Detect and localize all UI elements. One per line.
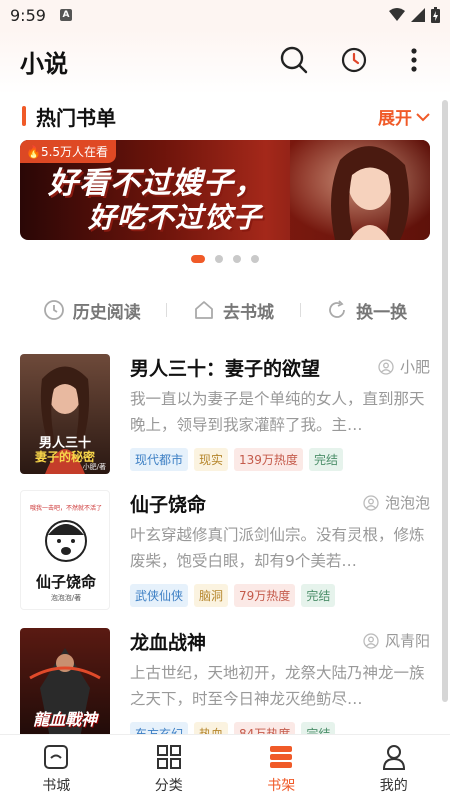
person-icon <box>363 494 379 511</box>
bookstore-icon <box>44 745 69 769</box>
go-bookstore-button[interactable]: 去书城 <box>193 298 274 323</box>
nav-bookstore-label: 书城 <box>42 778 71 794</box>
signal-icon <box>411 8 425 22</box>
book-title: 男人三十：妻子的欲望 <box>130 358 321 380</box>
grid-icon <box>156 745 181 769</box>
history-reading-label: 历史阅读 <box>72 302 141 323</box>
book-cover: 男人三十 妻子的秘密 小肥/著 <box>20 354 110 474</box>
expand-label: 展开 <box>378 109 412 129</box>
nav-profile-label: 我的 <box>379 778 408 794</box>
person-icon <box>363 632 379 649</box>
cover-author: 泡泡泡/著 <box>50 594 82 602</box>
tag-genre: 现实 <box>194 448 229 471</box>
tag-status: 完结 <box>308 448 343 471</box>
tag-popularity: 139万热度 <box>234 448 303 471</box>
book-cover: 哦我一击吧，不然就不活了 仙子饶命 泡泡泡/著 <box>20 490 110 610</box>
carousel-dot[interactable] <box>191 255 205 263</box>
nav-category[interactable]: 分类 <box>113 735 226 800</box>
history-reading-button[interactable]: 历史阅读 <box>43 298 141 323</box>
nav-category-label: 分类 <box>154 778 183 794</box>
author-name: 风青阳 <box>384 632 430 650</box>
book-description: 叶玄穿越修真门派剑仙宗。没有灵根，修炼废柴，饱受白眼，却有9个美若… <box>130 526 425 570</box>
history-button[interactable] <box>338 44 370 76</box>
home-icon <box>195 301 213 319</box>
more-vert-icon <box>411 48 417 72</box>
wifi-icon <box>389 8 405 21</box>
book-description: 我一直以为妻子是个单纯的女人，直到那天晚上，领导到我家灌醉了我。主… <box>130 390 425 434</box>
notification-a-icon: A <box>60 9 72 21</box>
status-time: 9:59 <box>10 6 46 25</box>
tag-popularity: 79万热度 <box>234 584 296 607</box>
hot-booklist-header: 热门书单 展开 <box>0 100 450 132</box>
refresh-button[interactable]: 换一换 <box>326 298 407 323</box>
carousel-dot[interactable] <box>215 255 223 263</box>
more-button[interactable] <box>398 44 430 76</box>
booklist-banner[interactable]: 🔥5.5万人在看 好看不过嫂子， 好吃不过饺子 <box>20 140 430 240</box>
carousel-dot[interactable] <box>251 255 259 263</box>
person-icon <box>378 358 394 375</box>
chevron-down-icon <box>416 112 430 121</box>
nav-profile[interactable]: 我的 <box>338 735 450 800</box>
book-title: 仙子饶命 <box>130 494 207 516</box>
cover-author: 小肥/著 <box>82 463 106 471</box>
refresh-icon <box>329 300 346 318</box>
book-item[interactable]: 哦我一击吧，不然就不活了 仙子饶命 泡泡泡/著 仙子饶命 泡泡泡 叶玄穿越修真门… <box>20 490 430 610</box>
page-title: 小说 <box>20 50 68 78</box>
refresh-label: 换一换 <box>356 302 408 323</box>
book-author: 风青阳 <box>363 630 430 651</box>
book-title: 龙血战神 <box>130 632 207 654</box>
book-tags: 现代都市 现实 139万热度 完结 <box>130 448 343 471</box>
search-icon <box>280 46 308 74</box>
author-name: 泡泡泡 <box>384 494 430 512</box>
nav-bookstore[interactable]: 书城 <box>0 735 113 800</box>
book-author: 小肥 <box>378 356 430 377</box>
cover-illustration <box>29 648 101 738</box>
carousel-dot[interactable] <box>233 255 241 263</box>
bookshelf-icon <box>270 746 293 768</box>
quick-actions: 历史阅读 去书城 换一换 <box>0 292 450 328</box>
status-bar: 9:59 A <box>0 0 450 30</box>
status-icons <box>389 7 440 23</box>
nav-bookshelf[interactable]: 书架 <box>225 735 338 800</box>
book-description: 上古世纪，天地初开，龙祭大陆乃神龙一族之天下，时至今日神龙灭绝鲂尽… <box>130 664 425 708</box>
banner-heat-text: 5.5万人在看 <box>40 145 109 159</box>
book-item[interactable]: 龍血戰神 龙血战神 风青阳 上古世纪，天地初开，龙祭大陆乃神龙一族之天下，时至今… <box>20 628 430 748</box>
clock-icon <box>341 47 367 73</box>
book-author: 泡泡泡 <box>363 492 430 513</box>
cover-title: 仙子饶命 <box>35 573 96 591</box>
tag-category: 武侠仙侠 <box>130 584 189 607</box>
book-tags: 武侠仙侠 脑洞 79万热度 完结 <box>130 584 336 607</box>
battery-icon <box>431 7 440 23</box>
nav-bookshelf-label: 书架 <box>267 778 296 794</box>
banner-headline-2: 好吃不过饺子 <box>88 201 263 234</box>
carousel-indicator <box>0 255 450 263</box>
cover-title: 龍血戰神 <box>32 710 97 729</box>
section-accent-bar <box>22 106 26 126</box>
clock-icon <box>43 300 64 320</box>
tag-status: 完结 <box>301 584 336 607</box>
person-icon <box>382 745 405 770</box>
tag-genre: 脑洞 <box>194 584 229 607</box>
app-bar: 小说 <box>0 30 450 94</box>
book-cover: 龍血戰神 <box>20 628 110 748</box>
banner-illustration <box>290 140 430 240</box>
go-bookstore-label: 去书城 <box>222 302 274 323</box>
author-name: 小肥 <box>399 358 430 376</box>
search-button[interactable] <box>278 44 310 76</box>
cover-caption: 哦我一击吧，不然就不活了 <box>29 505 102 512</box>
book-item[interactable]: 男人三十 妻子的秘密 小肥/著 男人三十：妻子的欲望 小肥 我一直以为妻子是个单… <box>20 354 430 474</box>
divider <box>166 303 168 317</box>
scrollbar[interactable] <box>442 100 448 702</box>
divider <box>299 303 301 317</box>
section-title: 热门书单 <box>36 106 116 130</box>
tag-category: 现代都市 <box>130 448 189 471</box>
bottom-nav: 书城 分类 书架 我的 <box>0 734 450 800</box>
fire-icon: 🔥 <box>26 145 41 159</box>
expand-button[interactable]: 展开 <box>378 104 430 129</box>
